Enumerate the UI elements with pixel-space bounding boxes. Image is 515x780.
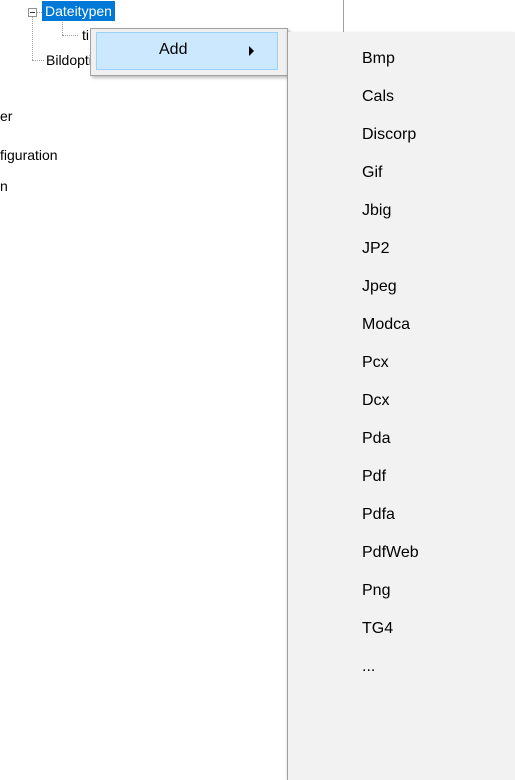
submenu-item-pcx[interactable]: Pcx bbox=[288, 344, 515, 382]
submenu-item-modca[interactable]: Modca bbox=[288, 306, 515, 344]
submenu-item-bmp[interactable]: Bmp bbox=[288, 40, 515, 78]
submenu-item-dcx[interactable]: Dcx bbox=[288, 382, 515, 420]
tree-node-cut-3[interactable]: n bbox=[0, 176, 8, 196]
submenu-item-jp2[interactable]: JP2 bbox=[288, 230, 515, 268]
submenu-item-gif[interactable]: Gif bbox=[288, 154, 515, 192]
submenu-item-tg4[interactable]: TG4 bbox=[288, 610, 515, 648]
tree-node-cut-2[interactable]: figuration bbox=[0, 145, 58, 165]
context-menu: Add bbox=[90, 28, 288, 76]
add-menu-item[interactable]: Add bbox=[96, 32, 278, 70]
add-submenu: Bmp Cals Discorp Gif Jbig JP2 Jpeg Modca Pcx Dcx P… bbox=[287, 32, 515, 780]
submenu-item-cals[interactable]: Cals bbox=[288, 78, 515, 116]
tree-node-cut-1[interactable]: er bbox=[0, 106, 12, 126]
submenu-item-more[interactable]: ... bbox=[288, 648, 515, 686]
add-menu-label: Add bbox=[159, 41, 188, 58]
submenu-item-jpeg[interactable]: Jpeg bbox=[288, 268, 515, 306]
tree-connector bbox=[62, 22, 63, 35]
tree-node-child[interactable]: ti bbox=[82, 25, 89, 45]
tree-connector bbox=[32, 17, 33, 60]
submenu-item-png[interactable]: Png bbox=[288, 572, 515, 610]
submenu-item-pdf[interactable]: Pdf bbox=[288, 458, 515, 496]
submenu-item-jbig[interactable]: Jbig bbox=[288, 192, 515, 230]
submenu-item-pdfweb[interactable]: PdfWeb bbox=[288, 534, 515, 572]
tree-node-dateitypen[interactable]: Dateitypen bbox=[42, 1, 115, 21]
panel-divider bbox=[343, 0, 344, 32]
tree-connector bbox=[32, 60, 44, 61]
tree-connector bbox=[62, 35, 78, 36]
submenu-item-pdfa[interactable]: Pdfa bbox=[288, 496, 515, 534]
submenu-item-pda[interactable]: Pda bbox=[288, 420, 515, 458]
submenu-arrow-icon bbox=[249, 46, 254, 56]
submenu-item-discorp[interactable]: Discorp bbox=[288, 116, 515, 154]
collapse-toggle-icon[interactable] bbox=[28, 8, 37, 17]
